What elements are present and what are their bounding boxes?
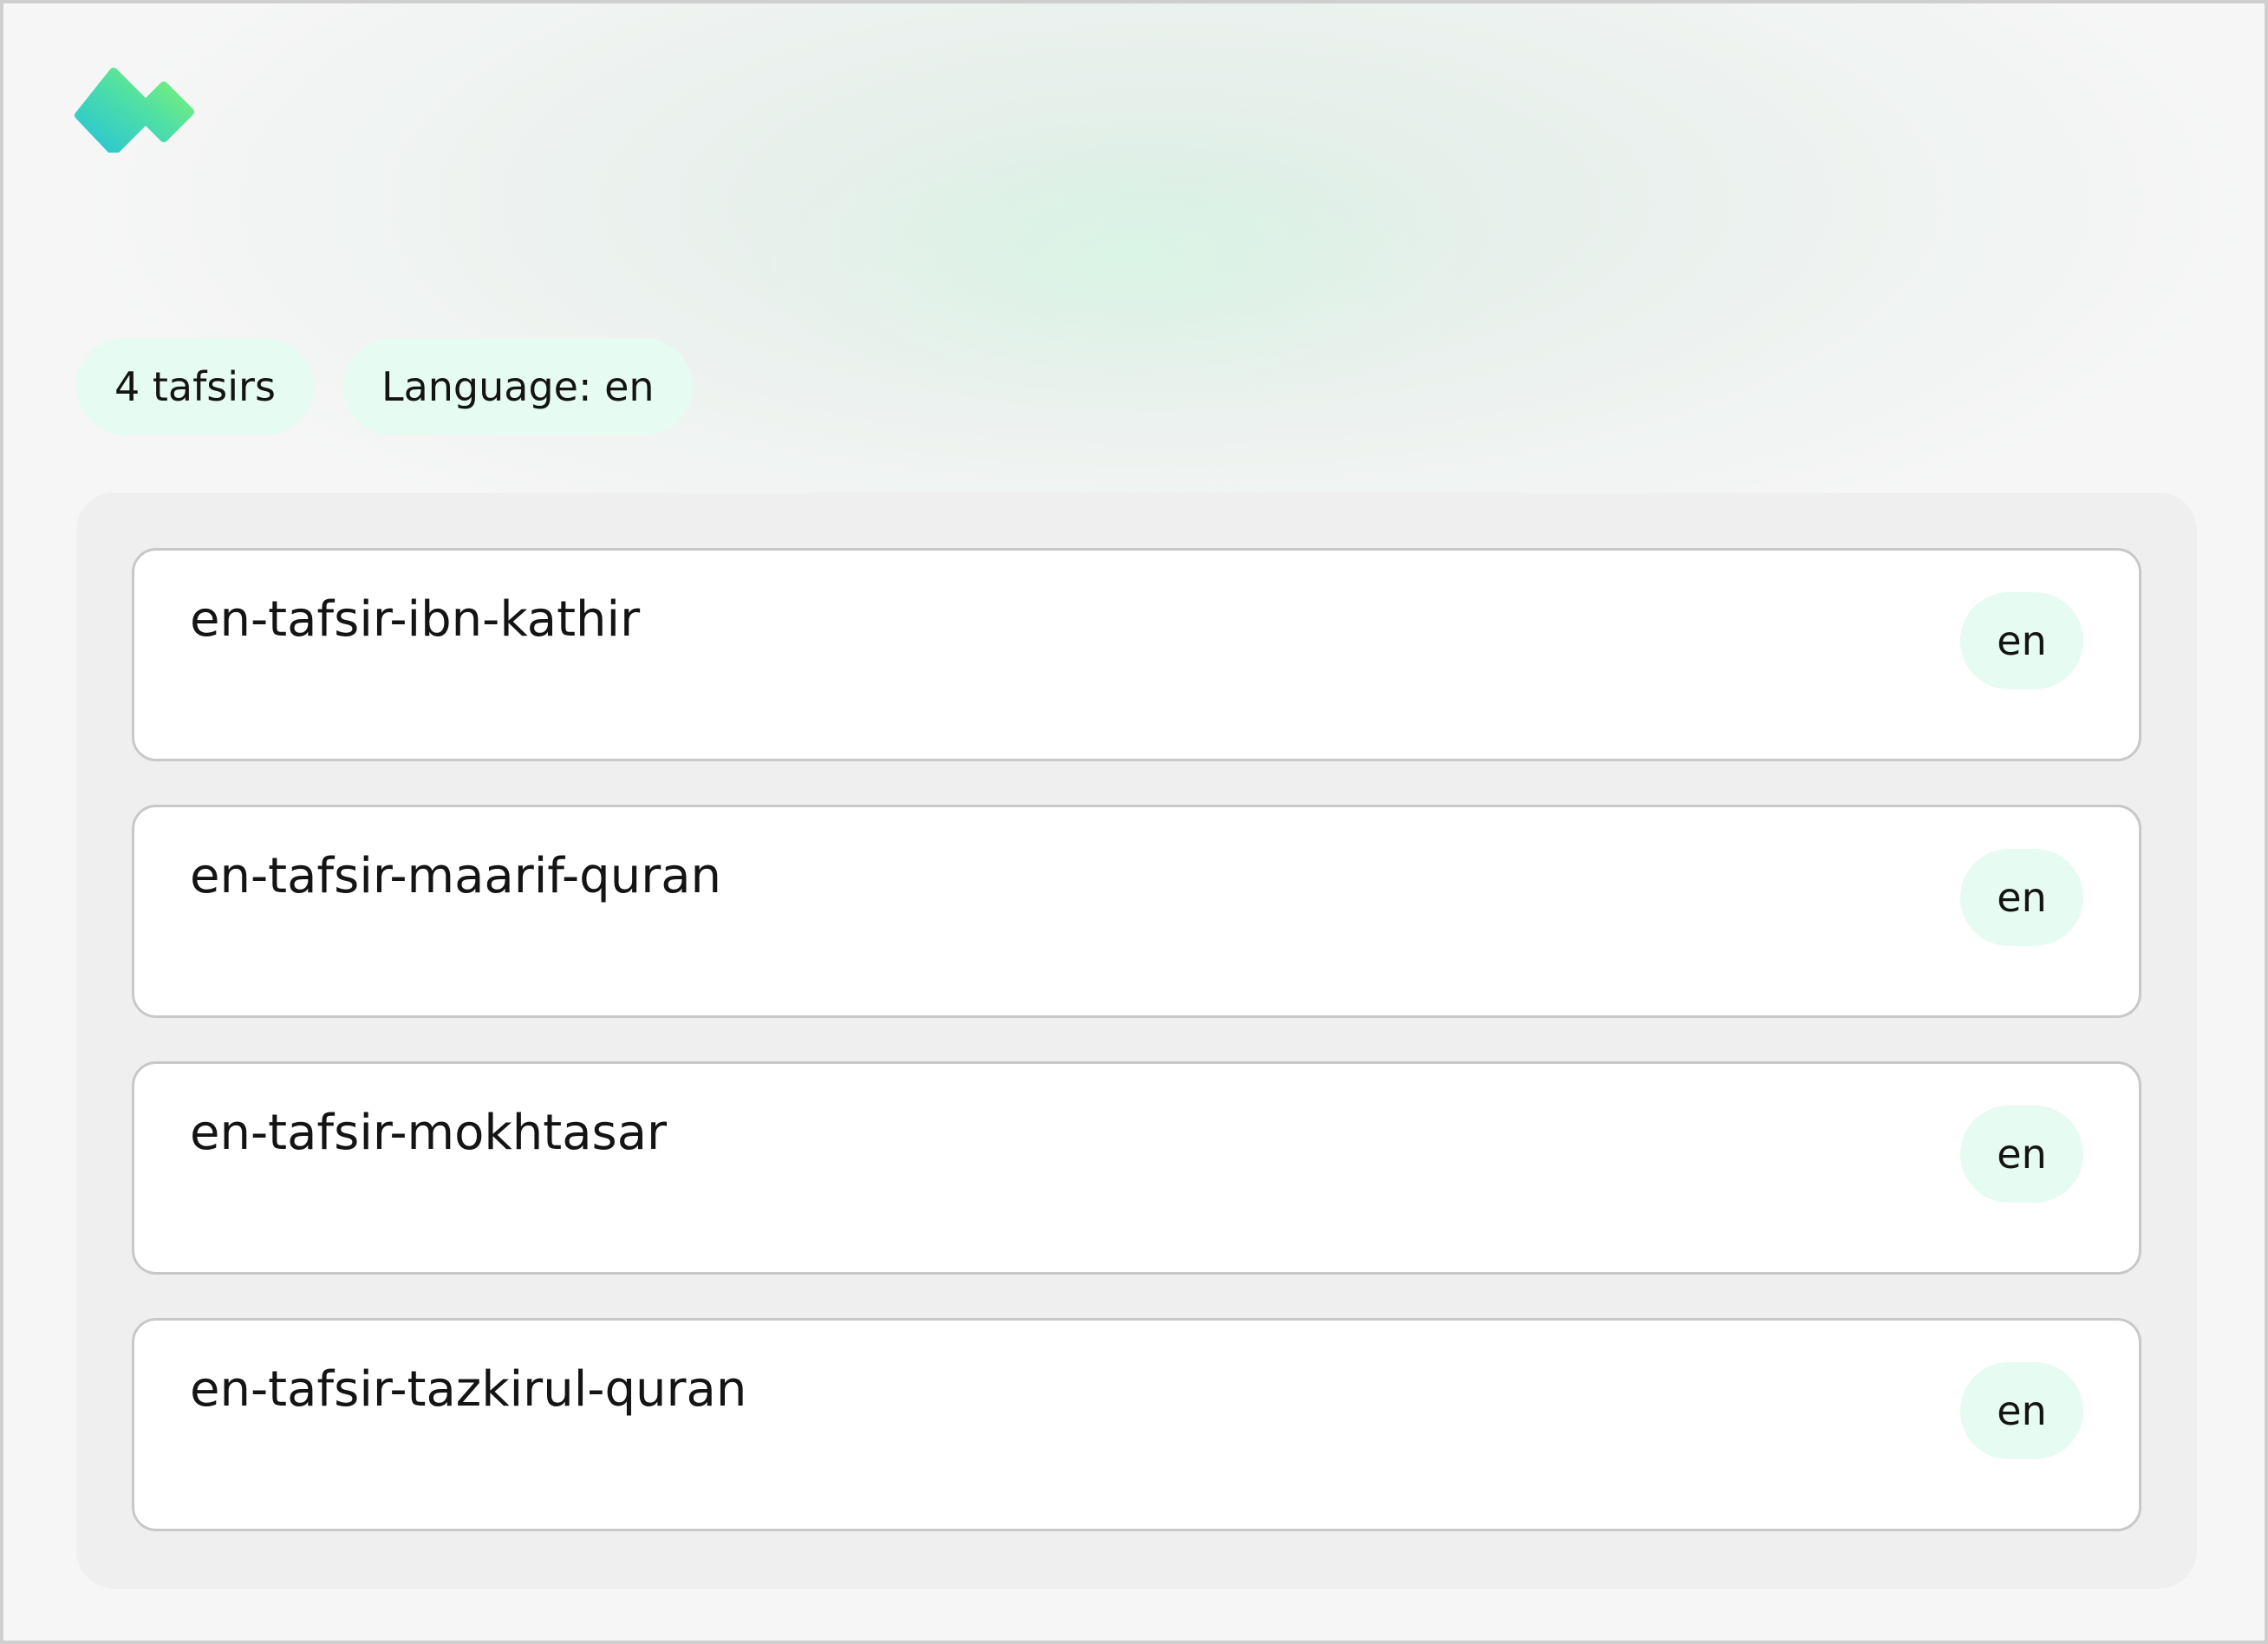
tafsir-card-maarif-quran[interactable]: en-tafsir-maarif-quran en <box>132 805 2141 1018</box>
tafsir-card-ibn-kathir[interactable]: en-tafsir-ibn-kathir en <box>132 548 2141 761</box>
app-window: 4 tafsirs Language: en en-tafsir-ibn-kat… <box>0 0 2268 1644</box>
language-badge: en <box>1960 1106 2083 1203</box>
tafsir-title: en-tafsir-maarif-quran <box>190 848 722 904</box>
language-badge: en <box>1960 592 2083 689</box>
diamond-logo-icon <box>75 68 194 153</box>
language-badge: en <box>1960 1362 2083 1459</box>
tafsir-title: en-tafsir-ibn-kathir <box>190 591 641 648</box>
language-filter-badge: Language: en <box>342 338 693 435</box>
tafsir-count-badge: 4 tafsirs <box>76 338 314 435</box>
tafsir-card-tazkirul-quran[interactable]: en-tafsir-tazkirul-quran en <box>132 1318 2141 1531</box>
tafsir-title: en-tafsir-tazkirul-quran <box>190 1361 747 1418</box>
tafsir-title: en-tafsir-mokhtasar <box>190 1105 668 1161</box>
summary-pills: 4 tafsirs Language: en <box>76 338 693 435</box>
language-badge: en <box>1960 849 2083 946</box>
tafsir-card-mokhtasar[interactable]: en-tafsir-mokhtasar en <box>132 1061 2141 1275</box>
tafsir-list: en-tafsir-ibn-kathir en en-tafsir-maarif… <box>76 493 2197 1589</box>
